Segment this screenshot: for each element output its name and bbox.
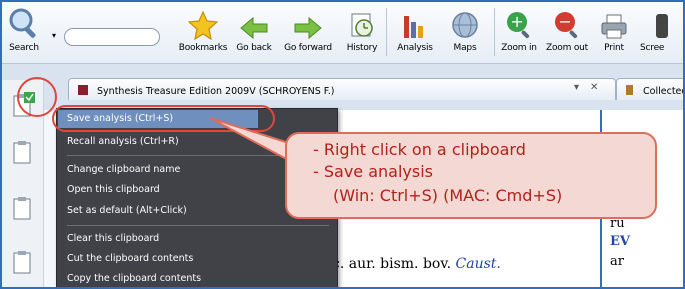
menu-item-set-default[interactable]: Set as default (Alt+Click) <box>67 205 187 216</box>
document-tab-bar: Synthesis Treasure Edition 2009V (SCHROY… <box>2 64 683 110</box>
side-text: ar <box>610 254 624 269</box>
remedy-link[interactable]: Caust. <box>456 256 501 272</box>
zoom-out-label: Zoom out <box>546 43 588 53</box>
analysis-label: Analysis <box>397 43 433 53</box>
screen-label: Scree <box>640 43 665 53</box>
clipboard-icon <box>13 197 31 220</box>
zoom-in-button[interactable]: + Zoom in <box>498 2 540 53</box>
printer-icon <box>601 14 627 39</box>
instruction-callout: - Right click on a clipboard - Save anal… <box>285 132 657 219</box>
tab-title: Synthesis Treasure Edition 2009V (SCHROY… <box>97 86 335 97</box>
screen-button[interactable]: Scree <box>640 2 683 53</box>
globe-icon <box>452 12 478 38</box>
callout-seam <box>287 144 295 166</box>
menu-item-clear-clipboard[interactable]: Clear this clipboard <box>67 233 159 244</box>
app-window: Search ▾ Bookmarks Go back Go forward Hi… <box>0 0 685 289</box>
magnifier-icon <box>9 8 36 38</box>
clipboard-4[interactable] <box>12 250 32 274</box>
menu-item-open-clipboard[interactable]: Open this clipboard <box>67 184 160 195</box>
svg-text:−: − <box>558 12 571 31</box>
tab-synthesis[interactable]: Synthesis Treasure Edition 2009V (SCHROY… <box>68 78 616 100</box>
clipboard-2[interactable] <box>12 140 32 164</box>
zoom-in-label: Zoom in <box>501 43 537 53</box>
star-icon <box>188 10 218 40</box>
main-toolbar: Search ▾ Bookmarks Go back Go forward Hi… <box>2 2 683 64</box>
callout-line-2: - Save analysis <box>313 162 433 181</box>
analysis-chart-icon <box>404 16 423 38</box>
bookmarks-button[interactable]: Bookmarks <box>176 2 230 53</box>
clipboard-icon <box>13 251 31 274</box>
book-icon <box>626 85 633 95</box>
search-dropdown-icon[interactable]: ▾ <box>52 31 56 40</box>
tab-collected[interactable]: Collected <box>616 78 685 100</box>
go-forward-button[interactable]: Go forward <box>280 2 336 53</box>
arrow-right-icon <box>294 16 322 40</box>
print-label: Print <box>604 43 624 53</box>
clipboard-icon <box>13 141 31 164</box>
search-label: Search <box>9 43 39 53</box>
menu-item-copy-contents[interactable]: Copy the clipboard contents <box>67 273 201 284</box>
zoom-in-icon: + <box>507 12 530 39</box>
callout-line-3: (Win: Ctrl+S) (MAC: Cmd+S) <box>333 186 563 205</box>
history-icon <box>351 13 373 37</box>
callout-line-1: - Right click on a clipboard <box>313 140 526 159</box>
maps-label: Maps <box>453 43 477 53</box>
history-button[interactable]: History <box>340 2 384 53</box>
clipboard-highlight-circle <box>17 77 57 117</box>
menu-item-cut-contents[interactable]: Cut the clipboard contents <box>67 253 193 264</box>
maps-button[interactable]: Maps <box>442 2 488 53</box>
side-text: EV <box>610 234 630 249</box>
print-button[interactable]: Print <box>594 2 634 53</box>
zoom-out-icon: − <box>555 12 578 39</box>
go-back-button[interactable]: Go back <box>232 2 276 53</box>
search-button[interactable]: Search <box>4 2 44 53</box>
tab-title: Collected <box>643 86 685 97</box>
search-input[interactable] <box>64 28 160 46</box>
clipboard-3[interactable] <box>12 196 32 220</box>
arrow-left-icon <box>240 16 268 40</box>
toolbar-divider <box>494 8 495 56</box>
remedy-text: c. aur. bism. bov. <box>332 256 452 272</box>
tab-close-icon[interactable]: ✕ <box>590 82 598 93</box>
tab-menu-icon[interactable]: ▾ <box>574 82 579 93</box>
svg-text:+: + <box>510 12 523 31</box>
go-forward-label: Go forward <box>284 43 332 53</box>
menu-separator <box>67 225 329 226</box>
toolbar-divider <box>386 8 387 56</box>
analysis-button[interactable]: Analysis <box>392 2 438 53</box>
menu-item-recall-analysis[interactable]: Recall analysis (Ctrl+R) <box>67 136 179 147</box>
zoom-out-button[interactable]: − Zoom out <box>544 2 590 53</box>
history-label: History <box>346 43 378 53</box>
go-back-label: Go back <box>236 43 272 53</box>
menu-item-change-name[interactable]: Change clipboard name <box>67 164 180 175</box>
remedy-line: c. aur. bism. bov. Caust. <box>332 256 501 272</box>
bookmarks-label: Bookmarks <box>178 43 228 53</box>
screen-icon <box>656 14 668 38</box>
book-icon <box>78 85 88 95</box>
